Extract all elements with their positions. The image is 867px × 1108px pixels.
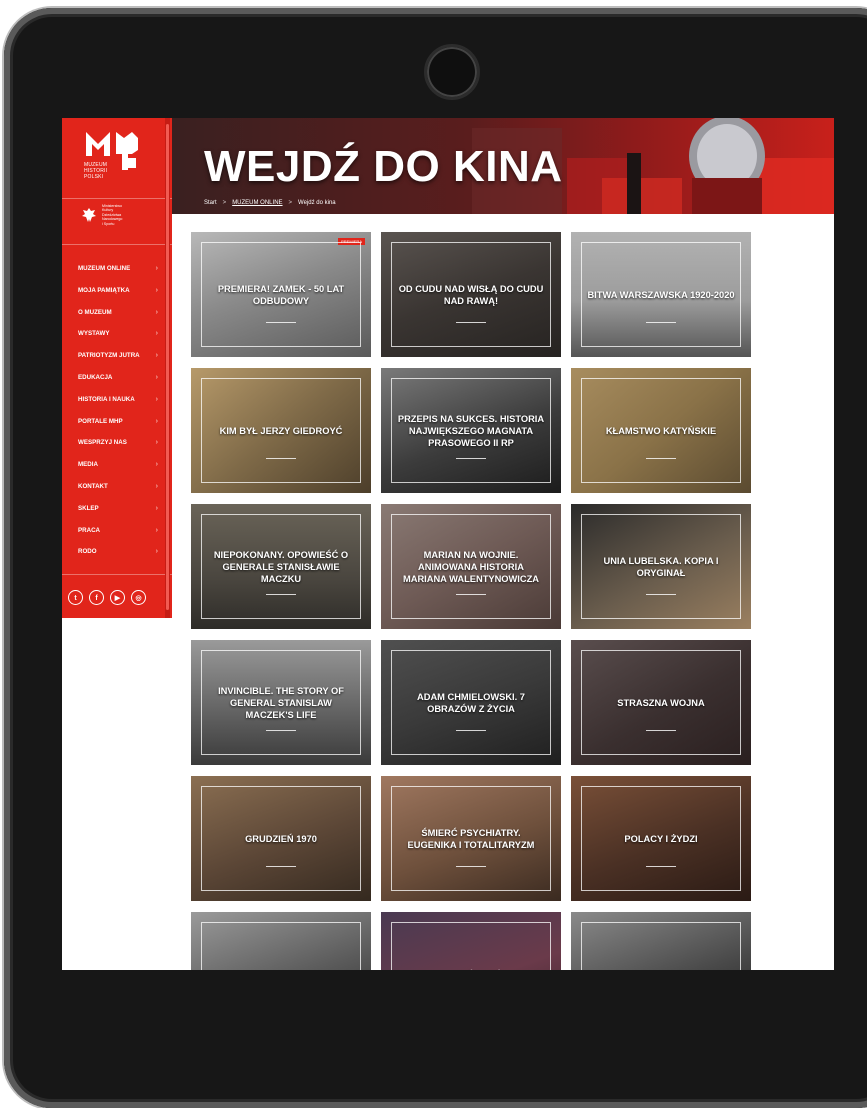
- film-title: PRZEPIS NA SUKCES. HISTORIA NAJWIĘKSZEGO…: [397, 413, 545, 448]
- menu-item-rodo[interactable]: RODO: [62, 541, 172, 563]
- film-title: STRASZNA WOJNA: [617, 697, 705, 708]
- film-title: BITWA WARSZAWSKA 1920-2020: [587, 289, 735, 300]
- film-tile[interactable]: NIEPOKONANY. OPOWIEŚĆ O GENERALE STANISŁ…: [191, 504, 371, 629]
- film-title: TRAGEDIA GÓRNOŚLĄSKA: [397, 912, 545, 971]
- film-title: POLACY I ŻYDZI: [624, 833, 698, 844]
- ministry-logo[interactable]: Ministerstwo Kultury Dziedzictwa Narodow…: [80, 204, 150, 226]
- breadcrumb-start[interactable]: Start: [204, 200, 217, 206]
- film-tile[interactable]: INVINCIBLE. THE STORY OF GENERAL STANISL…: [191, 640, 371, 765]
- film-tile[interactable]: GRUDZIEŃ 1970: [191, 776, 371, 901]
- breadcrumb-current: Wejdź do kina: [298, 200, 336, 206]
- film-title: ROK 1956: [207, 912, 355, 971]
- menu-item-historia-i-nauka[interactable]: HISTORIA I NAUKA: [62, 389, 172, 411]
- film-title: MARIAN NA WOJNIE. ANIMOWANA HISTORIA MAR…: [403, 549, 539, 584]
- film-tile[interactable]: MARIAN NA WOJNIE. ANIMOWANA HISTORIA MAR…: [381, 504, 561, 629]
- menu-item-patriotyzm-jutra[interactable]: PATRIOTYZM JUTRA: [62, 345, 172, 367]
- film-title: NIEPOKONANY. OPOWIEŚĆ O GENERALE STANISŁ…: [213, 549, 349, 584]
- film-title: PREMIERA! ZAMEK - 50 LAT ODBUDOWY: [217, 283, 345, 306]
- film-title: KŁAMSTWO KATYŃSKIE: [605, 425, 717, 436]
- menu-item-kontakt[interactable]: KONTAKT: [62, 476, 172, 498]
- breadcrumb-muzeum-online[interactable]: MUZEUM ONLINE: [232, 200, 282, 206]
- film-tile[interactable]: PRZEPIS NA SUKCES. HISTORIA NAJWIĘKSZEGO…: [381, 368, 561, 493]
- ministry-text: Ministerstwo Kultury Dziedzictwa Narodow…: [102, 203, 123, 226]
- divider: [62, 198, 172, 199]
- youtube-icon[interactable]: ▶: [110, 590, 125, 605]
- film-tile[interactable]: ROK 1956: [191, 912, 371, 970]
- divider: [62, 574, 172, 575]
- camera-icon: [424, 44, 480, 100]
- film-tile[interactable]: PREMIERA PREMIERA! ZAMEK - 50 LAT ODBUDO…: [191, 232, 371, 357]
- film-tile[interactable]: TRAGEDIA GÓRNOŚLĄSKA: [381, 912, 561, 970]
- social-links: t f ▶ ◎: [68, 590, 146, 605]
- divider: [62, 244, 172, 245]
- menu-item-edukacja[interactable]: EDUKACJA: [62, 367, 172, 389]
- film-tile[interactable]: UNIA LUBELSKA. KOPIA I ORYGINAŁ: [571, 504, 751, 629]
- eagle-icon: [82, 208, 96, 222]
- film-tile[interactable]: STRASZNA WOJNA: [571, 640, 751, 765]
- film-tile[interactable]: ŚMIERĆ PSYCHIATRY. EUGENIKA I TOTALITARY…: [381, 776, 561, 901]
- film-title: ŚMIERĆ PSYCHIATRY. EUGENIKA I TOTALITARY…: [407, 827, 535, 850]
- film-tile[interactable]: BITWA WARSZAWSKA 1920-2020: [571, 232, 751, 357]
- instagram-icon[interactable]: ◎: [131, 590, 146, 605]
- film-tile[interactable]: POLACY I ŻYDZI: [571, 776, 751, 901]
- film-title: GRUDZIEŃ 1970: [245, 833, 317, 844]
- browser-viewport: MUZEUM HISTORII POLSKI Ministerstwo Kult…: [62, 118, 834, 970]
- twitter-icon[interactable]: t: [68, 590, 83, 605]
- film-tile[interactable]: KŁAMSTWO KATYŃSKIE: [571, 368, 751, 493]
- film-tile[interactable]: OD CUDU NAD WISŁĄ DO CUDU NAD RAWĄ!: [381, 232, 561, 357]
- menu-item-sklep[interactable]: SKLEP: [62, 498, 172, 520]
- facebook-icon[interactable]: f: [89, 590, 104, 605]
- menu-item-media[interactable]: MEDIA: [62, 454, 172, 476]
- menu-item-portale-mhp[interactable]: PORTALE MHP: [62, 411, 172, 433]
- film-tile[interactable]: KIM BYŁ JERZY GIEDROYĆ: [191, 368, 371, 493]
- film-tile[interactable]: ADAM CHMIELOWSKI. 7 OBRAZÓW Z ŻYCIA: [381, 640, 561, 765]
- sidebar: MUZEUM HISTORII POLSKI Ministerstwo Kult…: [62, 118, 172, 618]
- menu-item-o-muzeum[interactable]: O MUZEUM: [62, 302, 172, 324]
- logo-text: MUZEUM HISTORII POLSKI: [84, 162, 108, 180]
- main-menu: MUZEUM ONLINE MOJA PAMIĄTKA O MUZEUM WYS…: [62, 258, 172, 563]
- museum-logo[interactable]: [84, 130, 146, 192]
- film-tile[interactable]: POLSKA WALCZĄCA: [571, 912, 751, 970]
- menu-item-muzeum-online[interactable]: MUZEUM ONLINE: [62, 258, 172, 280]
- film-title: ADAM CHMIELOWSKI. 7 OBRAZÓW Z ŻYCIA: [417, 691, 525, 714]
- menu-item-wystawy[interactable]: WYSTAWY: [62, 323, 172, 345]
- menu-item-moja-pamiatka[interactable]: MOJA PAMIĄTKA: [62, 280, 172, 302]
- sidebar-scrollbar[interactable]: [165, 118, 170, 618]
- hero-banner: WEJDŹ DO KINA Start > MUZEUM ONLINE > Wejdź …: [172, 118, 834, 214]
- film-title: OD CUDU NAD WISŁĄ DO CUDU NAD RAWĄ!: [398, 283, 544, 306]
- breadcrumb: Start > MUZEUM ONLINE > Wejdź do kina: [204, 200, 336, 206]
- menu-item-wesprzyj-nas[interactable]: WESPRZYJ NAS: [62, 432, 172, 454]
- film-title: INVINCIBLE. THE STORY OF GENERAL STANISL…: [218, 685, 344, 720]
- film-title: POLSKA WALCZĄCA: [587, 912, 735, 971]
- film-title: UNIA LUBELSKA. KOPIA I ORYGINAŁ: [603, 555, 719, 578]
- menu-item-praca[interactable]: PRACA: [62, 520, 172, 542]
- film-title: KIM BYŁ JERZY GIEDROYĆ: [219, 425, 343, 436]
- page-title: WEJDŹ DO KINA: [204, 142, 563, 191]
